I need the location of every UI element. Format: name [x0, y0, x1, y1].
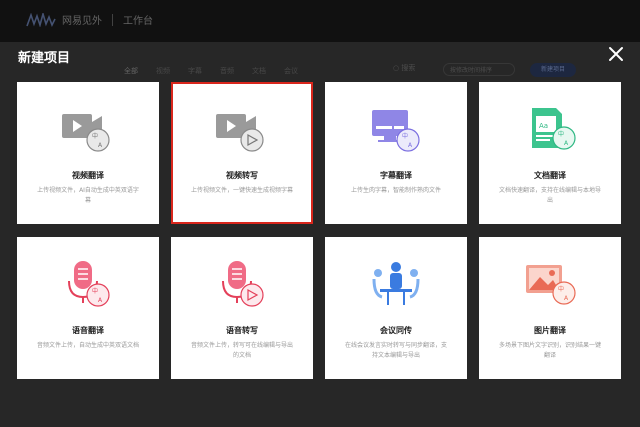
- image-translate-icon: 中 A: [526, 265, 576, 305]
- card-video-translate[interactable]: 中 A 视频翻译 上传视频文件，AI自动生成中英双语字幕: [17, 82, 159, 224]
- svg-text:中: 中: [92, 287, 98, 295]
- card-description: 音频文件上传，自动生成中英双语文档: [36, 342, 139, 349]
- card-title: 语音翻译: [72, 326, 104, 335]
- svg-text:中: 中: [558, 130, 564, 138]
- subtitle-translate-icon: 中 A: [372, 110, 420, 152]
- card-title: 文档翻译: [534, 171, 566, 180]
- close-icon[interactable]: [607, 45, 625, 63]
- document-translate-icon: Aa 中 A: [532, 108, 576, 150]
- card-title: 字幕翻译: [380, 171, 412, 180]
- card-title: 图片翻译: [534, 326, 566, 335]
- card-title: 视频转写: [226, 171, 258, 180]
- svg-text:中: 中: [402, 132, 408, 140]
- card-description: 上传视频文件，一键快速生成视频字幕: [191, 187, 294, 194]
- svg-text:Aa: Aa: [539, 122, 548, 130]
- card-description: 上传生肉字幕，智能制作熟肉文件: [350, 187, 441, 194]
- card-title: 会议同传: [380, 326, 412, 335]
- modal-title: 新建项目: [18, 51, 71, 66]
- card-title: 视频翻译: [72, 171, 104, 180]
- speech-transcribe-icon: [222, 261, 264, 307]
- card-description: 音频文件上传，转写可在线编辑与导出的文档: [190, 342, 293, 359]
- svg-text:中: 中: [92, 132, 98, 140]
- card-speech-translate[interactable]: 中 A 语音翻译 音频文件上传，自动生成中英双语文档: [17, 237, 159, 379]
- card-image-translate[interactable]: 中 A 图片翻译 多场景下图片文字识别，识别结果一键翻译: [479, 237, 621, 379]
- card-speech-transcribe[interactable]: 语音转写 音频文件上传，转写可在线编辑与导出的文档: [171, 237, 313, 379]
- card-document-translate[interactable]: Aa 中 A 文档翻译 文档快速翻译，支持在线编辑与本地导出: [479, 82, 621, 224]
- card-description: 文档快速翻译，支持在线编辑与本地导出: [498, 187, 601, 204]
- card-subtitle-translate[interactable]: 中 A 字幕翻译 上传生肉字幕，智能制作熟肉文件: [325, 82, 467, 224]
- card-description: 上传视频文件，AI自动生成中英双语字幕: [37, 187, 139, 204]
- video-transcribe-icon: [216, 114, 264, 152]
- card-video-transcribe[interactable]: 视频转写 上传视频文件，一键快速生成视频字幕: [171, 82, 313, 224]
- svg-text:中: 中: [558, 285, 564, 293]
- card-description: 在线会议发言实时转写与同步翻译，支持文本编辑与导出: [344, 342, 447, 359]
- card-description: 多场景下图片文字识别，识别结果一键翻译: [498, 342, 601, 359]
- card-title: 语音转写: [226, 326, 258, 335]
- speech-translate-icon: 中 A: [68, 261, 110, 307]
- card-meeting-interpret[interactable]: 会议同传 在线会议发言实时转写与同步翻译，支持文本编辑与导出: [325, 237, 467, 379]
- meeting-interpret-icon: [372, 262, 420, 305]
- video-translate-icon: 中 A: [62, 114, 110, 152]
